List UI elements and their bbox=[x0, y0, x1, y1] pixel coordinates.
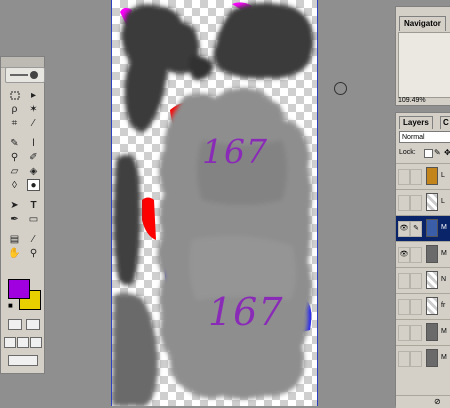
layer-visibility-toggle[interactable] bbox=[398, 351, 410, 367]
hand-icon[interactable]: ✋ bbox=[8, 247, 21, 259]
screen-mode-standard-icon[interactable] bbox=[4, 337, 16, 348]
healing-icon[interactable]: ✎ bbox=[8, 137, 21, 149]
layer-row[interactable]: L bbox=[396, 163, 450, 189]
layer-name[interactable]: M bbox=[441, 250, 447, 257]
layer-thumbnail bbox=[426, 271, 438, 289]
layer-name[interactable]: M bbox=[441, 224, 447, 231]
magic-wand-icon[interactable]: ✶ bbox=[27, 103, 40, 115]
layer-row[interactable]: fr bbox=[396, 293, 450, 319]
paint-bucket-icon[interactable]: ◈ bbox=[27, 165, 40, 177]
texture-label-top: 167 bbox=[202, 132, 268, 171]
slice-icon[interactable]: ⁄ bbox=[27, 117, 40, 129]
layer-link-toggle[interactable] bbox=[410, 299, 422, 315]
layer-name[interactable]: M bbox=[441, 328, 447, 335]
jump-to-imageready-icon[interactable] bbox=[8, 355, 38, 366]
layer-row[interactable]: L bbox=[396, 189, 450, 215]
lock-transparency-checkbox[interactable] bbox=[424, 149, 433, 158]
layer-thumbnail bbox=[426, 245, 438, 263]
layers-footer: ⊘ bbox=[396, 395, 450, 408]
blend-mode-select[interactable]: Normal bbox=[399, 131, 450, 143]
layer-name[interactable]: N bbox=[441, 276, 446, 283]
texture-artwork bbox=[112, 2, 314, 406]
eraser-icon[interactable]: ▱ bbox=[8, 165, 21, 177]
layer-name[interactable]: fr bbox=[441, 302, 445, 309]
layer-row[interactable]: 👁 ✎ M bbox=[396, 215, 450, 241]
layer-visibility-toggle[interactable] bbox=[398, 325, 410, 341]
pen-icon[interactable]: ✒ bbox=[8, 213, 21, 225]
layer-effects-icon[interactable]: ⊘ bbox=[434, 397, 441, 406]
eyedropper-icon[interactable]: ⁄ bbox=[27, 233, 40, 245]
layers-panel: Layers C Normal Lock: ✎ ✥ L L 👁 ✎ M 👁 M … bbox=[395, 112, 450, 408]
layer-visibility-toggle[interactable]: 👁 bbox=[398, 221, 410, 237]
screen-mode-full-icon[interactable] bbox=[30, 337, 42, 348]
app-logo-icon[interactable] bbox=[5, 67, 45, 83]
document-canvas[interactable]: 167 167 bbox=[111, 0, 318, 406]
layer-visibility-toggle[interactable] bbox=[398, 195, 410, 211]
dodge-icon[interactable]: ● bbox=[27, 179, 40, 191]
brush-cursor-icon bbox=[334, 82, 347, 95]
layer-thumbnail bbox=[426, 193, 438, 211]
quick-mask-icon[interactable] bbox=[26, 319, 40, 330]
standard-mode-icon[interactable] bbox=[8, 319, 22, 330]
gray-shape-bottom-left bbox=[112, 293, 158, 406]
tab-navigator[interactable]: Navigator bbox=[399, 16, 446, 31]
layer-link-toggle[interactable] bbox=[410, 351, 422, 367]
path-select-icon[interactable]: ➤ bbox=[8, 199, 21, 211]
notes-icon[interactable]: ▤ bbox=[8, 233, 21, 245]
layer-link-toggle[interactable] bbox=[410, 273, 422, 289]
layer-link-toggle[interactable] bbox=[410, 169, 422, 185]
lock-move-icon[interactable]: ✥ bbox=[444, 148, 450, 157]
lock-paint-icon[interactable]: ✎ bbox=[434, 148, 441, 157]
tab-channels[interactable]: C bbox=[440, 116, 450, 129]
layer-thumbnail bbox=[426, 219, 438, 237]
tab-layers[interactable]: Layers bbox=[399, 116, 433, 129]
brush-icon[interactable]: ǀ bbox=[27, 137, 40, 149]
crop-icon[interactable]: ⌗ bbox=[8, 117, 21, 129]
layer-link-toggle[interactable] bbox=[410, 247, 422, 263]
move-icon[interactable]: ▸ bbox=[27, 89, 40, 101]
layer-name[interactable]: L bbox=[441, 172, 445, 179]
foreground-color-swatch[interactable] bbox=[8, 279, 30, 299]
layer-link-toggle[interactable] bbox=[410, 325, 422, 341]
layer-thumbnail bbox=[426, 323, 438, 341]
lock-label: Lock: bbox=[399, 149, 416, 156]
toolbox-panel: ▸ ρ ✶ ⌗ ⁄ ✎ ǀ ⚲ ✐ ▱ ◈ ◊ ● ➤ T ✒ ▭ ▤ ⁄ ✋ … bbox=[0, 56, 45, 374]
layer-visibility-toggle[interactable] bbox=[398, 273, 410, 289]
layer-name[interactable]: L bbox=[441, 198, 445, 205]
dark-shape-left-strip bbox=[113, 154, 141, 286]
layer-row[interactable]: M bbox=[396, 319, 450, 345]
navigator-panel: Navigator 109.49% bbox=[395, 6, 450, 106]
layer-visibility-toggle[interactable] bbox=[398, 299, 410, 315]
marquee-icon[interactable] bbox=[8, 89, 21, 101]
layer-visibility-toggle[interactable] bbox=[398, 169, 410, 185]
zoom-icon[interactable]: ⚲ bbox=[27, 247, 40, 259]
layer-thumbnail bbox=[426, 167, 438, 185]
layer-row[interactable]: M bbox=[396, 345, 450, 371]
layer-brush-icon[interactable]: ✎ bbox=[410, 221, 422, 237]
navigator-preview[interactable] bbox=[398, 32, 450, 98]
layer-thumbnail bbox=[426, 297, 438, 315]
default-colors-icon[interactable]: ■ bbox=[8, 301, 13, 310]
layer-row[interactable]: N bbox=[396, 267, 450, 293]
type-icon[interactable]: T bbox=[27, 199, 40, 211]
shape-icon[interactable]: ▭ bbox=[27, 213, 40, 225]
layer-thumbnail bbox=[426, 349, 438, 367]
layer-link-toggle[interactable] bbox=[410, 195, 422, 211]
texture-label-bottom: 167 bbox=[208, 290, 284, 334]
layer-visibility-toggle[interactable]: 👁 bbox=[398, 247, 410, 263]
layer-row[interactable]: 👁 M bbox=[396, 241, 450, 267]
screen-mode-full-menu-icon[interactable] bbox=[17, 337, 29, 348]
blur-icon[interactable]: ◊ bbox=[8, 179, 21, 191]
layer-name[interactable]: M bbox=[441, 354, 447, 361]
dark-shape-top-right bbox=[213, 2, 314, 79]
lasso-icon[interactable]: ρ bbox=[8, 103, 21, 115]
red-edge-shape bbox=[142, 197, 156, 240]
clone-stamp-icon[interactable]: ⚲ bbox=[8, 151, 21, 163]
history-brush-icon[interactable]: ✐ bbox=[27, 151, 40, 163]
navigator-zoom-value[interactable]: 109.49% bbox=[398, 97, 426, 104]
